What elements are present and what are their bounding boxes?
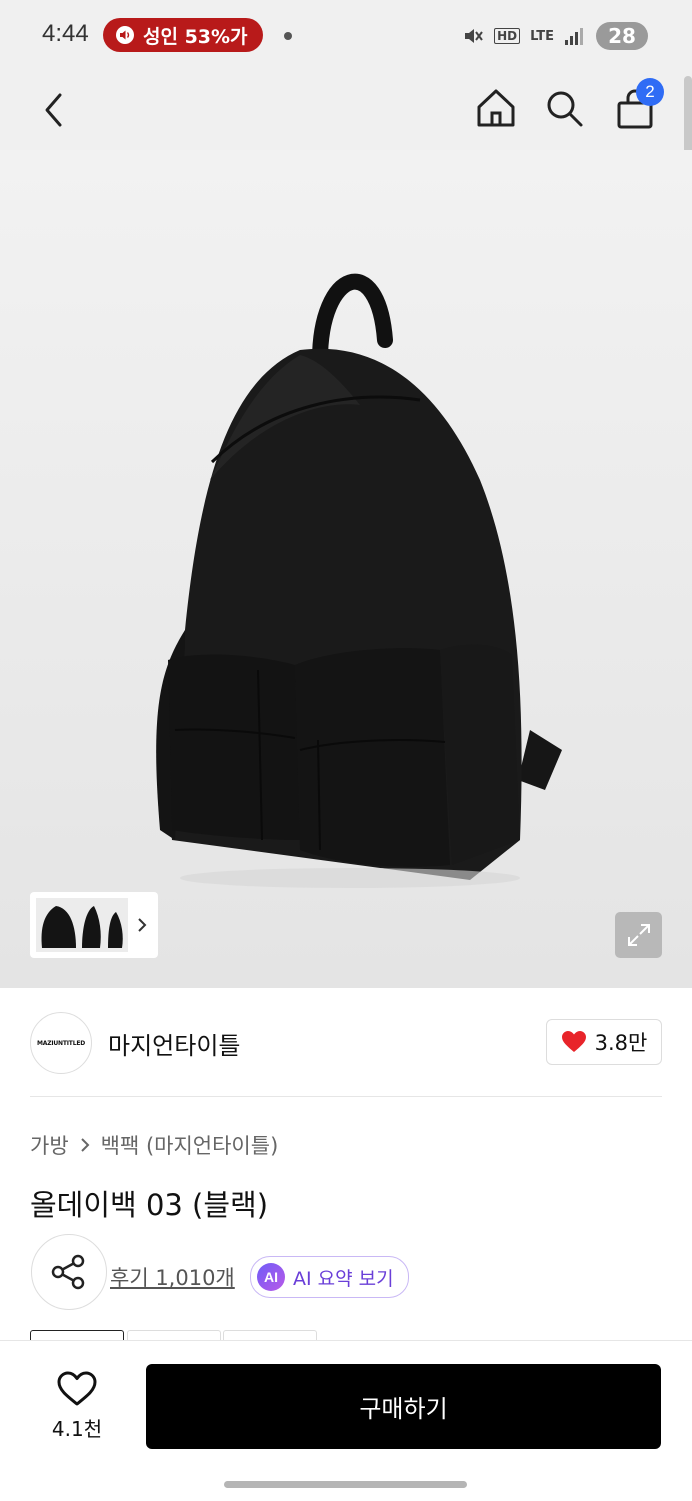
lte-icon: LTE	[530, 28, 554, 44]
breadcrumb-subcategory[interactable]: 백팩 (마지언타이틀)	[101, 1130, 279, 1160]
buy-button[interactable]: 구매하기	[146, 1364, 661, 1449]
cart-count-badge: 2	[636, 78, 664, 106]
chevron-right-icon	[138, 918, 147, 932]
home-icon	[477, 89, 515, 127]
scrollbar[interactable]	[684, 76, 692, 156]
search-button[interactable]	[542, 86, 586, 130]
product-title: 올데이백 03 (블랙)	[30, 1188, 269, 1222]
recording-pill[interactable]: 성인 53%가	[103, 18, 263, 52]
breadcrumb: 가방 백팩 (마지언타이틀)	[30, 1130, 278, 1160]
brand-like-count: 3.8만	[594, 1031, 648, 1055]
back-button[interactable]	[34, 88, 74, 132]
share-icon	[51, 1254, 85, 1290]
home-button[interactable]	[474, 86, 518, 130]
home-indicator[interactable]	[224, 1481, 467, 1488]
signal-icon	[565, 28, 583, 45]
recording-text: 성인 53%가	[143, 25, 248, 48]
backpack-image	[156, 273, 562, 888]
thumbnail-images	[36, 898, 128, 952]
notification-dot	[284, 32, 292, 40]
share-button[interactable]	[31, 1234, 107, 1310]
back-icon	[45, 93, 62, 127]
ai-summary-button[interactable]: AI AI 요약 보기	[250, 1256, 409, 1298]
search-icon	[547, 91, 583, 127]
product-image[interactable]	[0, 150, 692, 988]
battery-icon: 28	[596, 22, 648, 50]
system-icons: HD LTE 28	[462, 20, 648, 52]
status-bar: 4:44 성인 53%가 HD LTE 28	[0, 0, 692, 70]
brand-name[interactable]: 마지언타이틀	[108, 1026, 240, 1061]
battery-level: 28	[608, 24, 636, 48]
mute-icon	[465, 29, 483, 43]
top-navigation: 2	[0, 70, 692, 150]
bottom-action-bar: 4.1천 구매하기	[0, 1340, 692, 1501]
brand-logo[interactable]: MAZIUNTITLED	[30, 1012, 92, 1074]
cart-button[interactable]: 2	[614, 78, 664, 130]
brand-logo-text: MAZIUNTITLED	[36, 1039, 85, 1047]
status-time: 4:44	[42, 20, 89, 47]
heart-icon	[561, 1031, 586, 1052]
chevron-right-icon	[80, 1138, 90, 1152]
wishlist-count: 4.1천	[51, 1417, 103, 1441]
expand-image-button[interactable]	[615, 912, 662, 958]
wishlist-button[interactable]: 4.1천	[46, 1371, 108, 1442]
expand-icon	[627, 924, 650, 946]
review-link[interactable]: 후기 1,010개	[110, 1262, 235, 1292]
heart-outline-icon	[57, 1371, 97, 1406]
hd-voice-icon: HD	[494, 28, 521, 44]
breadcrumb-category[interactable]: 가방	[30, 1130, 69, 1160]
brand-like-button[interactable]: 3.8만	[546, 1019, 662, 1065]
ai-badge-icon: AI	[257, 1263, 285, 1291]
thumbnail-strip[interactable]	[30, 892, 158, 958]
divider	[30, 1096, 662, 1097]
brand-row: MAZIUNTITLED 마지언타이틀 3.8만	[30, 1012, 662, 1074]
speaker-icon	[116, 26, 134, 44]
ai-summary-label: AI 요약 보기	[293, 1267, 394, 1290]
